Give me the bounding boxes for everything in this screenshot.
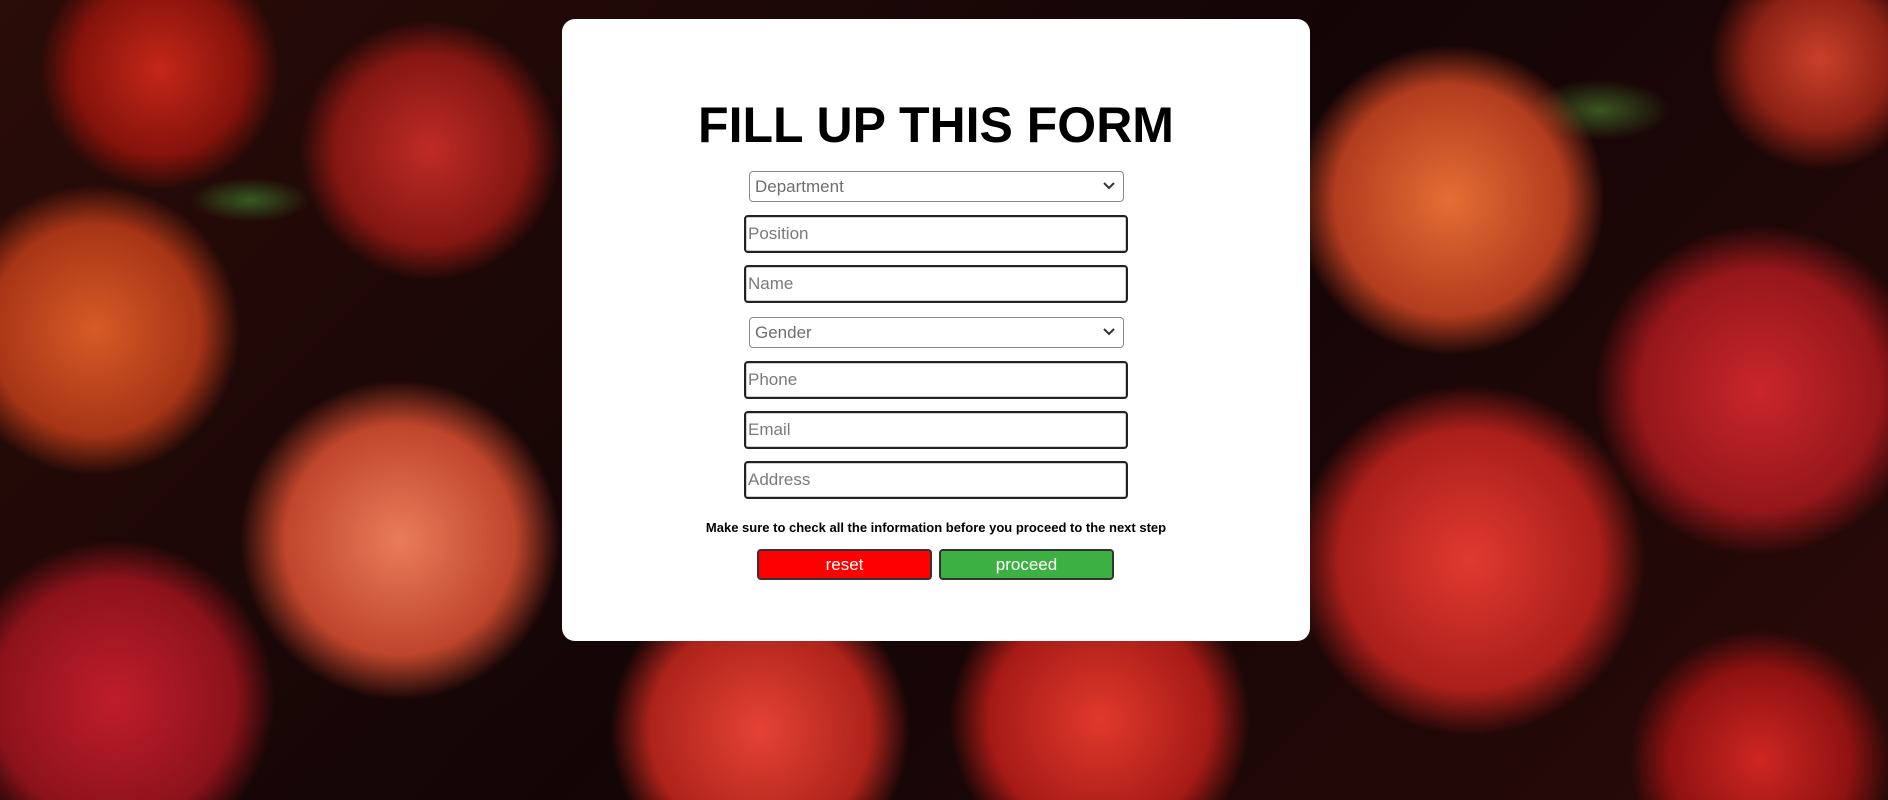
phone-field[interactable] — [744, 361, 1128, 399]
name-input[interactable] — [746, 267, 1126, 301]
name-field[interactable] — [744, 265, 1128, 303]
position-input[interactable] — [746, 217, 1126, 251]
gender-select-value: Gender — [755, 323, 812, 342]
address-field[interactable] — [744, 461, 1128, 499]
form-note: Make sure to check all the information b… — [705, 520, 1167, 535]
proceed-button[interactable]: proceed — [939, 549, 1114, 580]
email-input[interactable] — [746, 413, 1126, 447]
gender-select[interactable]: Gender — [749, 317, 1124, 348]
phone-input[interactable] — [746, 363, 1126, 397]
department-select-value: Department — [755, 177, 844, 196]
form-card: FILL UP THIS FORM Department Gender Make… — [562, 19, 1310, 641]
address-input[interactable] — [746, 463, 1126, 497]
email-field[interactable] — [744, 411, 1128, 449]
department-select[interactable]: Department — [749, 171, 1124, 202]
position-field[interactable] — [744, 215, 1128, 253]
chevron-down-icon — [1103, 182, 1115, 190]
chevron-down-icon — [1103, 328, 1115, 336]
page-title: FILL UP THIS FORM — [698, 97, 1174, 153]
reset-button[interactable]: reset — [757, 549, 932, 580]
